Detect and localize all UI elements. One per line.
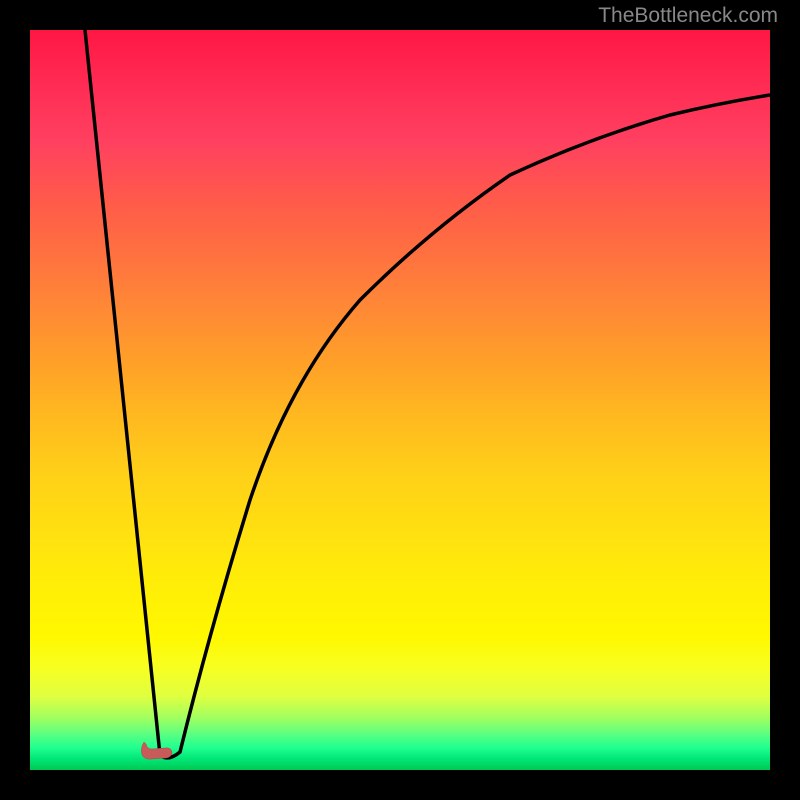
- chart-area: [30, 30, 770, 770]
- curve-path: [85, 30, 770, 758]
- watermark-text: TheBottleneck.com: [598, 4, 778, 28]
- bottleneck-curve: [30, 30, 770, 770]
- optimal-marker: [138, 740, 176, 762]
- marker-shape: [141, 742, 172, 759]
